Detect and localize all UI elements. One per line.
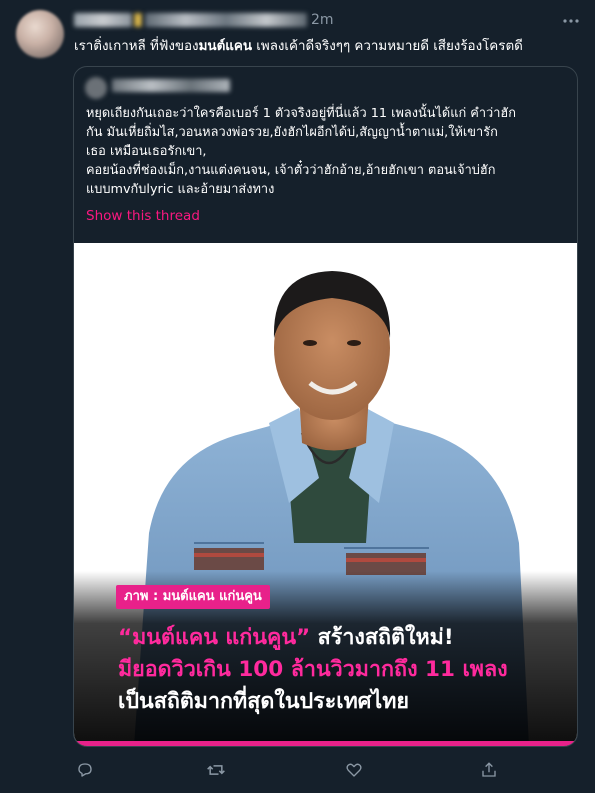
tweet[interactable]: 2m เราติ่งเกาหลี ที่ฟังของมนต์แคน เพลงเค… [0,0,595,793]
tweet-text-part: เราติ่งเกาหลี ที่ฟังของ [74,39,199,54]
author-name-redacted [74,13,132,27]
photo-accent-bar [74,741,577,746]
headline-line-1: “มนต์แคน แก่นคูน” สร้างสถิติใหม่! [118,623,454,653]
quoted-tweet-line: กัน มันเหี่ยถิ่มไส,วอนหลวงพ่อรวย,ยังฮักไ… [86,125,498,140]
tweet-text: เราติ่งเกาหลี ที่ฟังของมนต์แคน เพลงเค้าด… [74,38,574,56]
headline-line-3: เป็นสถิติมากที่สุดในประเทศไทย [118,689,410,714]
headline-record-text: สร้างสถิติใหม่! [310,625,454,650]
quoted-author-name-redacted [112,79,230,92]
headline-line-2: มียอดวิวเกิน 100 ล้านวิวมากถึง 11 เพลง [118,657,508,682]
headline-singer-name: “มนต์แคน แก่นคูน” [118,625,311,650]
reply-icon[interactable] [74,759,96,781]
more-icon[interactable] [560,10,582,32]
photo-credit-badge: ภาพ : มนต์แคน แก่นคูน [116,585,270,609]
like-icon[interactable] [343,759,365,781]
show-thread-link[interactable]: Show this thread [86,208,200,224]
attached-photo[interactable]: ภาพ : มนต์แคน แก่นคูน “มนต์แคน แก่นคูน” … [74,243,577,746]
quoted-tweet-line: เธอ เหมือนเธอรักเขา, [86,144,207,159]
tweet-timestamp[interactable]: 2m [311,12,334,28]
quoted-tweet-line: แบบmvกับlyric และอ้ายมาส่งทาง [86,182,275,197]
share-icon[interactable] [478,759,500,781]
tweet-text-part: เพลงเค้าดีจริงๆๆ ความหมายดี เสียงร้องโคร… [252,39,523,54]
quoted-tweet-line: หยุดเถียงกันเถอะว่าใครคือเบอร์ 1 ตัวจริง… [86,106,516,121]
quoted-tweet[interactable]: หยุดเถียงกันเถอะว่าใครคือเบอร์ 1 ตัวจริง… [73,66,578,747]
quoted-tweet-text: หยุดเถียงกันเถอะว่าใครคือเบอร์ 1 ตัวจริง… [86,104,571,199]
author-avatar[interactable] [16,10,64,58]
retweet-icon[interactable] [205,759,227,781]
tweet-text-bold: มนต์แคน [198,39,253,54]
author-handle-redacted [145,13,307,27]
quoted-author-avatar [85,77,107,99]
quoted-tweet-line: คอยน้องที่ช่องเม็ก,งานแต่งคนจน, เจ้าตั๋ว… [86,163,496,178]
author-emoji-redacted [134,13,142,27]
tweet-actions [74,759,514,781]
